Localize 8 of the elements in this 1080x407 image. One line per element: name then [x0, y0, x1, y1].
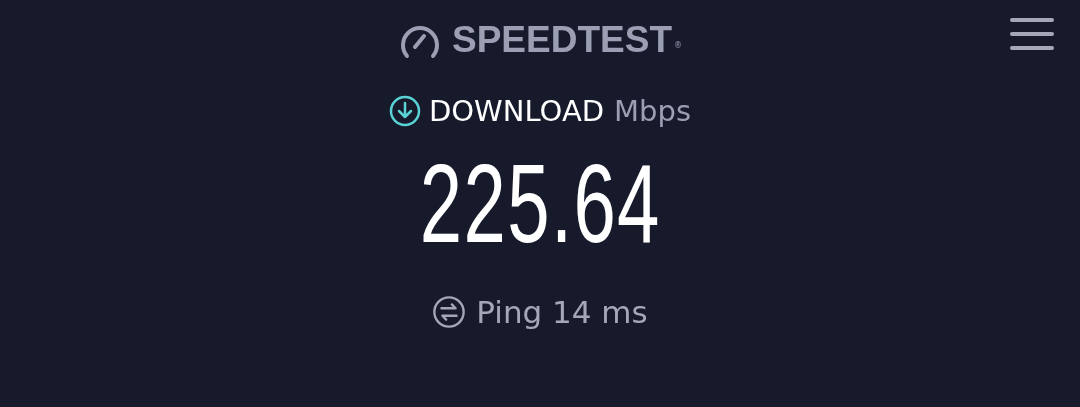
download-label: DOWNLOAD [428, 94, 605, 128]
trademark: ® [674, 41, 682, 50]
ping-icon [432, 295, 467, 329]
ping-text: Ping 14 ms [476, 294, 648, 330]
download-icon [388, 95, 421, 127]
speed-value: 225.64 [419, 139, 661, 268]
unit-label: Mbps [614, 94, 692, 128]
logo-text: SPEEDTEST [452, 19, 672, 61]
